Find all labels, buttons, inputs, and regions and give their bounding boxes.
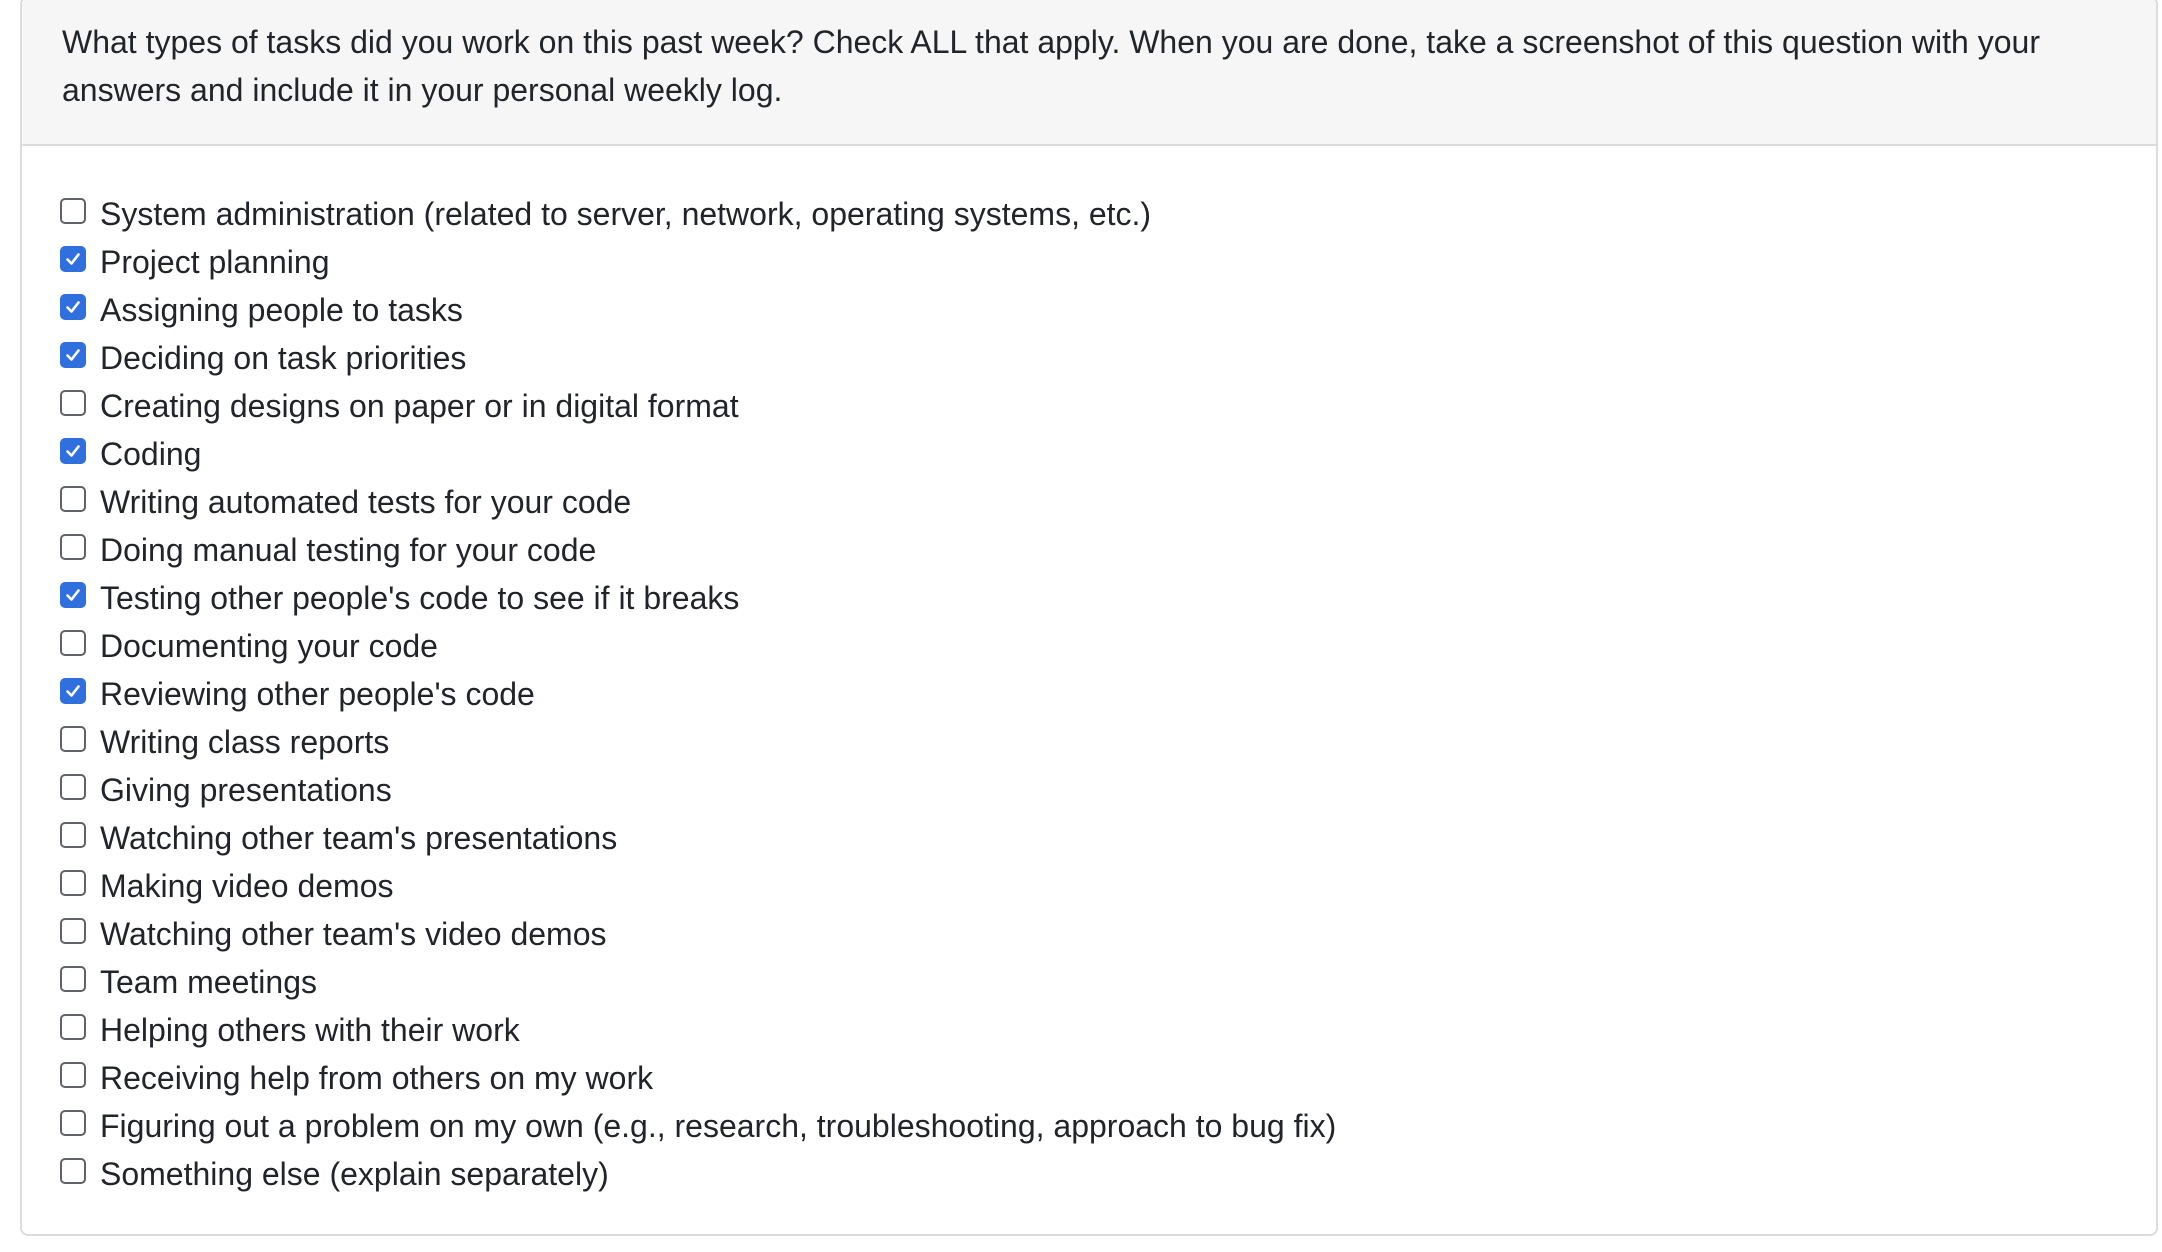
checkbox-option-label: Deciding on task priorities — [100, 339, 467, 376]
checkbox-option-label: Writing automated tests for your code — [100, 483, 632, 520]
checkbox-option[interactable]: Something else (explain separately) — [60, 1150, 2156, 1198]
checkbox-option[interactable]: Watching other team's presentations — [60, 814, 2156, 862]
checkbox-option[interactable]: Writing automated tests for your code — [60, 478, 2156, 526]
checkbox-option-label: Receiving help from others on my work — [100, 1059, 654, 1096]
checkmark-icon — [66, 253, 80, 265]
checkbox[interactable] — [60, 582, 86, 608]
checkbox[interactable] — [60, 966, 86, 992]
checkbox[interactable] — [60, 1110, 86, 1136]
checkbox[interactable] — [60, 1158, 86, 1184]
checkbox-option[interactable]: Figuring out a problem on my own (e.g., … — [60, 1102, 2156, 1150]
checkbox-option[interactable]: Helping others with their work — [60, 1006, 2156, 1054]
checkbox-option-label: Something else (explain separately) — [100, 1155, 609, 1192]
checkbox-option-label: Giving presentations — [100, 771, 392, 808]
checkbox-option-label: Assigning people to tasks — [100, 291, 463, 328]
checkbox-option[interactable]: Coding — [60, 430, 2156, 478]
checkbox-option-label: Doing manual testing for your code — [100, 531, 597, 568]
checkbox-option-label: Coding — [100, 435, 202, 472]
checkbox[interactable] — [60, 534, 86, 560]
checkbox[interactable] — [60, 342, 86, 368]
checkbox[interactable] — [60, 822, 86, 848]
checkbox-option[interactable]: Writing class reports — [60, 718, 2156, 766]
checkbox-option-label: Documenting your code — [100, 627, 438, 664]
options-list: System administration (related to server… — [22, 146, 2156, 1198]
checkbox-option-label: Team meetings — [100, 963, 317, 1000]
checkbox[interactable] — [60, 198, 86, 224]
checkbox-option[interactable]: Team meetings — [60, 958, 2156, 1006]
checkbox[interactable] — [60, 246, 86, 272]
checkbox-option-label: Testing other people's code to see if it… — [100, 579, 740, 616]
checkbox[interactable] — [60, 438, 86, 464]
checkmark-icon — [66, 589, 80, 601]
checkbox-option-label: Figuring out a problem on my own (e.g., … — [100, 1107, 1337, 1144]
checkbox-option[interactable]: Reviewing other people's code — [60, 670, 2156, 718]
checkbox-option[interactable]: Assigning people to tasks — [60, 286, 2156, 334]
checkbox[interactable] — [60, 294, 86, 320]
checkbox-option-label: Watching other team's video demos — [100, 915, 607, 952]
checkbox[interactable] — [60, 870, 86, 896]
checkbox-option[interactable]: Making video demos — [60, 862, 2156, 910]
checkbox-option[interactable]: Watching other team's video demos — [60, 910, 2156, 958]
question-card: What types of tasks did you work on this… — [20, 0, 2158, 1236]
checkbox-option[interactable]: System administration (related to server… — [60, 190, 2156, 238]
checkbox[interactable] — [60, 390, 86, 416]
checkbox-option[interactable]: Doing manual testing for your code — [60, 526, 2156, 574]
checkmark-icon — [66, 301, 80, 313]
checkbox-option[interactable]: Creating designs on paper or in digital … — [60, 382, 2156, 430]
checkbox-option[interactable]: Testing other people's code to see if it… — [60, 574, 2156, 622]
checkbox-option-label: Writing class reports — [100, 723, 390, 760]
checkbox[interactable] — [60, 486, 86, 512]
checkbox-option[interactable]: Receiving help from others on my work — [60, 1054, 2156, 1102]
checkbox[interactable] — [60, 774, 86, 800]
checkbox-option-label: Watching other team's presentations — [100, 819, 618, 856]
checkbox-option-label: System administration (related to server… — [100, 195, 1152, 232]
checkbox[interactable] — [60, 1014, 86, 1040]
checkbox-option[interactable]: Giving presentations — [60, 766, 2156, 814]
question-text-line-2: answers and include it in your personal … — [62, 72, 783, 108]
checkbox-option-label: Making video demos — [100, 867, 394, 904]
checkbox[interactable] — [60, 678, 86, 704]
checkbox-option[interactable]: Documenting your code — [60, 622, 2156, 670]
checkbox[interactable] — [60, 630, 86, 656]
question-text-line-1: What types of tasks did you work on this… — [62, 24, 2040, 60]
checkmark-icon — [66, 685, 80, 697]
checkbox-option[interactable]: Deciding on task priorities — [60, 334, 2156, 382]
checkbox-option-label: Project planning — [100, 243, 330, 280]
checkmark-icon — [66, 445, 80, 457]
checkbox[interactable] — [60, 918, 86, 944]
checkbox[interactable] — [60, 726, 86, 752]
question-header: What types of tasks did you work on this… — [22, 0, 2156, 146]
checkbox[interactable] — [60, 1062, 86, 1088]
checkbox-option[interactable]: Project planning — [60, 238, 2156, 286]
checkbox-option-label: Creating designs on paper or in digital … — [100, 387, 739, 424]
checkmark-icon — [66, 349, 80, 361]
checkbox-option-label: Helping others with their work — [100, 1011, 520, 1048]
checkbox-option-label: Reviewing other people's code — [100, 675, 535, 712]
